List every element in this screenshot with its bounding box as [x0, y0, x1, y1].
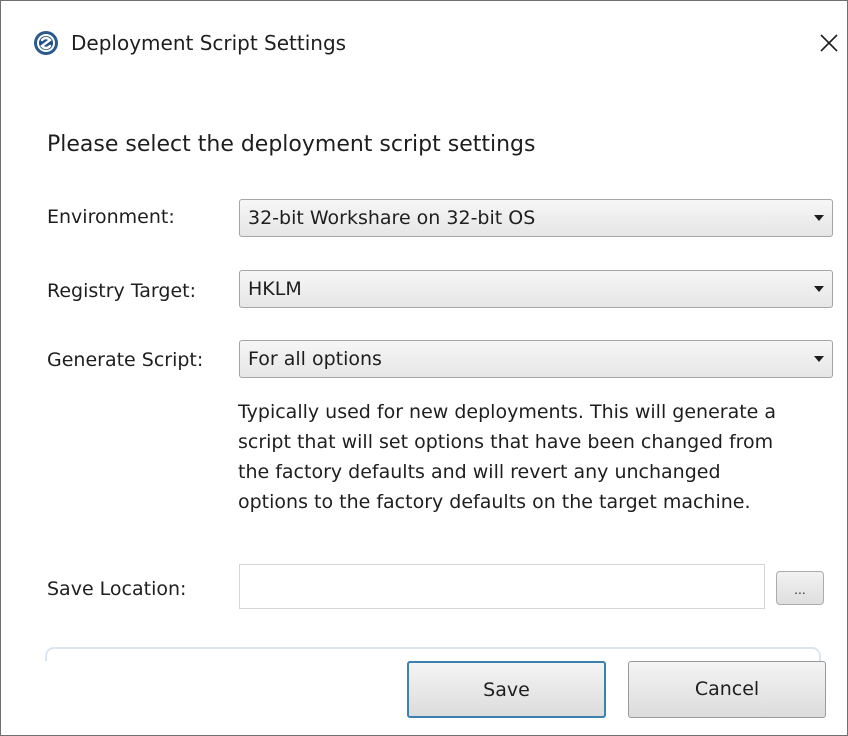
- registry-target-selected-value: HKLM: [248, 278, 302, 300]
- generate-script-selected-value: For all options: [248, 348, 382, 370]
- description-line: Typically used for new deployments. This…: [238, 401, 777, 423]
- description-line: options to the factory defaults on the t…: [238, 491, 751, 513]
- description-line: script that will set options that have b…: [238, 431, 774, 453]
- description-line: the factory defaults and will revert any…: [238, 461, 721, 483]
- generate-script-dropdown[interactable]: For all options: [239, 340, 833, 378]
- registry-target-label: Registry Target:: [47, 280, 197, 302]
- chevron-down-icon: [814, 356, 824, 362]
- chevron-down-icon: [814, 286, 824, 292]
- generate-script-label: Generate Script:: [47, 349, 204, 371]
- save-location-input[interactable]: [239, 564, 765, 609]
- dialog-heading: Please select the deployment script sett…: [47, 132, 536, 157]
- save-button[interactable]: Save: [407, 661, 606, 718]
- browse-button[interactable]: ...: [776, 571, 824, 605]
- registry-target-dropdown[interactable]: HKLM: [239, 270, 833, 308]
- close-icon[interactable]: [813, 27, 843, 57]
- cancel-button[interactable]: Cancel: [628, 661, 826, 718]
- window-title: Deployment Script Settings: [71, 31, 347, 55]
- generate-script-description: Typically used for new deployments. This…: [238, 397, 838, 517]
- environment-label: Environment:: [47, 206, 175, 228]
- app-logo-icon: [34, 31, 58, 55]
- button-area-divider: [45, 647, 821, 661]
- save-location-label: Save Location:: [47, 578, 187, 600]
- dialog-window: Deployment Script Settings Please select…: [0, 0, 848, 736]
- environment-dropdown[interactable]: 32-bit Workshare on 32-bit OS: [239, 199, 833, 237]
- title-bar[interactable]: Deployment Script Settings: [1, 1, 847, 85]
- environment-selected-value: 32-bit Workshare on 32-bit OS: [248, 207, 536, 229]
- chevron-down-icon: [814, 215, 824, 221]
